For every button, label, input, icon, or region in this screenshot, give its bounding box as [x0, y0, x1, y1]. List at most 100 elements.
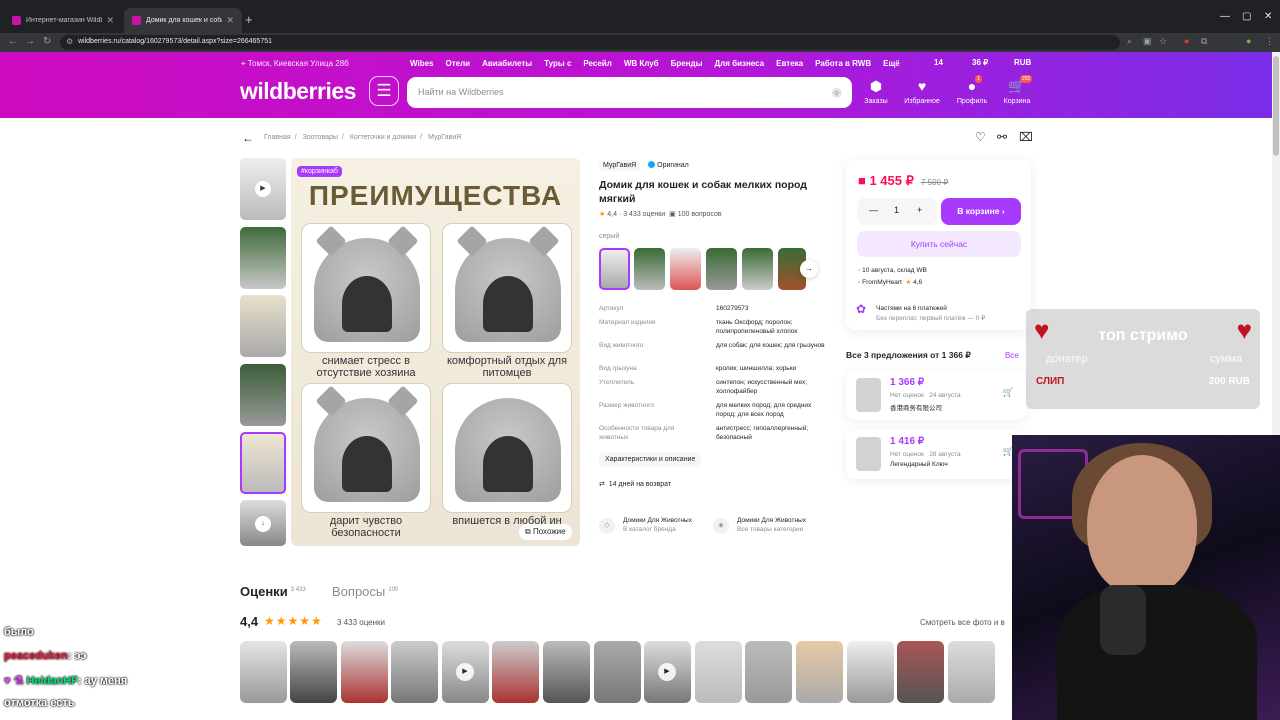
- breadcrumb-item[interactable]: МурГавиЯ: [428, 134, 461, 141]
- nav-tours[interactable]: Туры с: [544, 59, 571, 68]
- nav-resale[interactable]: Ресейл: [583, 59, 611, 68]
- arrow-right-icon[interactable]: →: [800, 260, 818, 278]
- review-photo[interactable]: [341, 641, 388, 703]
- profile-avatar-icon[interactable]: ●: [1246, 36, 1251, 46]
- product-rating[interactable]: ★ 4,4 · 3 433 оценки ▣ 100 вопросов: [599, 210, 722, 218]
- gallery-thumb-selected[interactable]: [240, 432, 286, 494]
- similar-button[interactable]: ⧉ Похожие: [519, 524, 572, 540]
- review-photo[interactable]: [240, 641, 287, 703]
- product-main-image[interactable]: ПРЕИМУЩЕСТВА снимает стресс в отсутствие…: [291, 158, 580, 546]
- offer-card[interactable]: 1 416 ₽ Нет оценок 28 августа Легендарны…: [846, 430, 1026, 479]
- gallery-thumb[interactable]: [240, 364, 286, 426]
- review-photo[interactable]: [695, 641, 742, 703]
- arrow-down-icon[interactable]: ↓: [255, 516, 271, 532]
- tab-questions[interactable]: Вопросы 100: [332, 584, 398, 599]
- review-photo[interactable]: [897, 641, 944, 703]
- header-stat-points[interactable]: 14: [934, 58, 943, 67]
- review-photo[interactable]: [391, 641, 438, 703]
- header-stat-balance[interactable]: 36 ₽: [972, 58, 988, 67]
- color-swatch[interactable]: [706, 248, 737, 290]
- breadcrumb-item[interactable]: Зоотовары: [303, 134, 338, 141]
- new-tab-icon[interactable]: +: [245, 12, 253, 27]
- review-photo[interactable]: [492, 641, 539, 703]
- close-tab-icon[interactable]: ✕: [226, 15, 234, 26]
- nav-jobs[interactable]: Работа в RWB: [815, 59, 871, 68]
- breadcrumb-item[interactable]: Когтеточки и домики: [350, 134, 416, 141]
- category-catalog-card[interactable]: ◈ Домики Для Животных Все товары категории: [713, 516, 806, 534]
- offer-card[interactable]: 1 366 ₽ Нет оценок 24 августа 香港商务有限公司 🛒: [846, 371, 1026, 420]
- menu-burger-button[interactable]: ☰: [369, 76, 399, 106]
- gallery-thumb[interactable]: ↓: [240, 500, 286, 546]
- color-swatch[interactable]: [670, 248, 701, 290]
- browser-tab[interactable]: Интернет-магазин Wildberries✕: [4, 8, 122, 33]
- back-icon[interactable]: ←: [8, 36, 18, 47]
- profile-button[interactable]: ● 1 Профиль: [947, 75, 997, 105]
- characteristics-button[interactable]: Характеристики и описание: [599, 452, 702, 467]
- forward-icon[interactable]: →: [25, 36, 35, 47]
- close-window-icon[interactable]: ✕: [1264, 11, 1272, 22]
- review-photo[interactable]: [847, 641, 894, 703]
- review-photo[interactable]: [796, 641, 843, 703]
- scrollbar-thumb[interactable]: [1273, 56, 1279, 156]
- buy-now-button[interactable]: Купить сейчас: [857, 231, 1021, 257]
- minimize-icon[interactable]: —: [1220, 11, 1230, 22]
- nav-wb-club[interactable]: WB Клуб: [624, 59, 659, 68]
- color-swatch-selected[interactable]: [599, 248, 630, 290]
- add-to-cart-icon[interactable]: 🛒: [1003, 387, 1014, 398]
- maximize-icon[interactable]: ▢: [1242, 11, 1251, 22]
- in-cart-button[interactable]: В корзине ›: [941, 198, 1021, 225]
- url-field[interactable]: ⚙ wildberries.ru/catalog/160279573/detail…: [60, 35, 1120, 50]
- nav-hotels[interactable]: Отели: [446, 59, 471, 68]
- brand-link[interactable]: МурГавиЯ: [599, 160, 641, 171]
- browser-menu-icon[interactable]: ⋮: [1265, 36, 1274, 47]
- gallery-thumb[interactable]: [240, 295, 286, 357]
- review-photo[interactable]: [543, 641, 590, 703]
- reload-icon[interactable]: ↻: [43, 36, 51, 47]
- nav-more[interactable]: Ещё: [883, 59, 900, 68]
- plus-button[interactable]: +: [917, 205, 922, 215]
- nav-wibes[interactable]: Wibes: [410, 59, 434, 68]
- review-video[interactable]: ▶: [644, 641, 691, 703]
- review-photo[interactable]: [745, 641, 792, 703]
- review-photo[interactable]: [594, 641, 641, 703]
- gallery-thumb-video[interactable]: ▶: [240, 158, 286, 220]
- share-link-icon[interactable]: ⚯: [997, 130, 1007, 144]
- nav-business[interactable]: Для бизнеса: [714, 59, 764, 68]
- cart-button[interactable]: 🛒 292 Корзина: [992, 75, 1042, 105]
- back-arrow-icon[interactable]: ←: [242, 131, 254, 145]
- offers-all-link[interactable]: Все: [1005, 351, 1019, 360]
- color-swatch[interactable]: [634, 248, 665, 290]
- installment-offer[interactable]: ✿ Частями на 6 платежей Без переплат, перв…: [856, 303, 985, 324]
- extensions-puzzle-icon[interactable]: ⧉: [1201, 36, 1207, 47]
- extension-record-icon[interactable]: ●: [1184, 36, 1189, 46]
- brand-catalog-card[interactable]: ◇ Домики Для Животных В каталог бренда: [599, 516, 692, 534]
- report-icon[interactable]: ⌧: [1019, 130, 1033, 144]
- close-tab-icon[interactable]: ✕: [106, 15, 114, 26]
- favorite-heart-icon[interactable]: ♡: [975, 130, 986, 144]
- color-swatch[interactable]: [742, 248, 773, 290]
- search-input[interactable]: Найти на Wildberries ◉: [407, 77, 852, 108]
- tab-reviews[interactable]: Оценки 3 433: [240, 584, 306, 599]
- browser-tab-active[interactable]: Домик для кошек и собак ме...✕: [124, 8, 242, 33]
- bookmark-star-icon[interactable]: ☆: [1159, 36, 1167, 47]
- location-link[interactable]: ⌖ Томск, Киевская Улица 28б: [241, 59, 349, 69]
- gallery-thumb[interactable]: [240, 227, 286, 289]
- wildberries-logo[interactable]: wildberries: [240, 78, 356, 105]
- review-video[interactable]: ▶: [442, 641, 489, 703]
- nav-pharmacy[interactable]: Евтека: [776, 59, 803, 68]
- review-photo[interactable]: [948, 641, 995, 703]
- zoom-icon[interactable]: ⌕: [1127, 36, 1132, 47]
- orders-button[interactable]: ⬢ Заказы: [851, 78, 901, 105]
- nav-brands[interactable]: Бренды: [671, 59, 703, 68]
- review-photo[interactable]: [290, 641, 337, 703]
- minus-button[interactable]: —: [869, 205, 878, 215]
- favorites-button[interactable]: ♥ Избранное: [897, 78, 947, 105]
- nav-flights[interactable]: Авиабилеты: [482, 59, 532, 68]
- see-all-photos-link[interactable]: Смотреть все фото и в: [920, 618, 1005, 627]
- camera-search-icon[interactable]: ◉: [832, 85, 842, 99]
- site-info-icon[interactable]: ⚙: [66, 37, 73, 46]
- breadcrumb-item[interactable]: Главная: [264, 134, 291, 141]
- currency-selector[interactable]: RUB: [1014, 58, 1031, 67]
- seller-info[interactable]: ▫ FromMyHeart ★ 4,6: [858, 278, 922, 286]
- extension-icon[interactable]: ▣: [1143, 36, 1152, 47]
